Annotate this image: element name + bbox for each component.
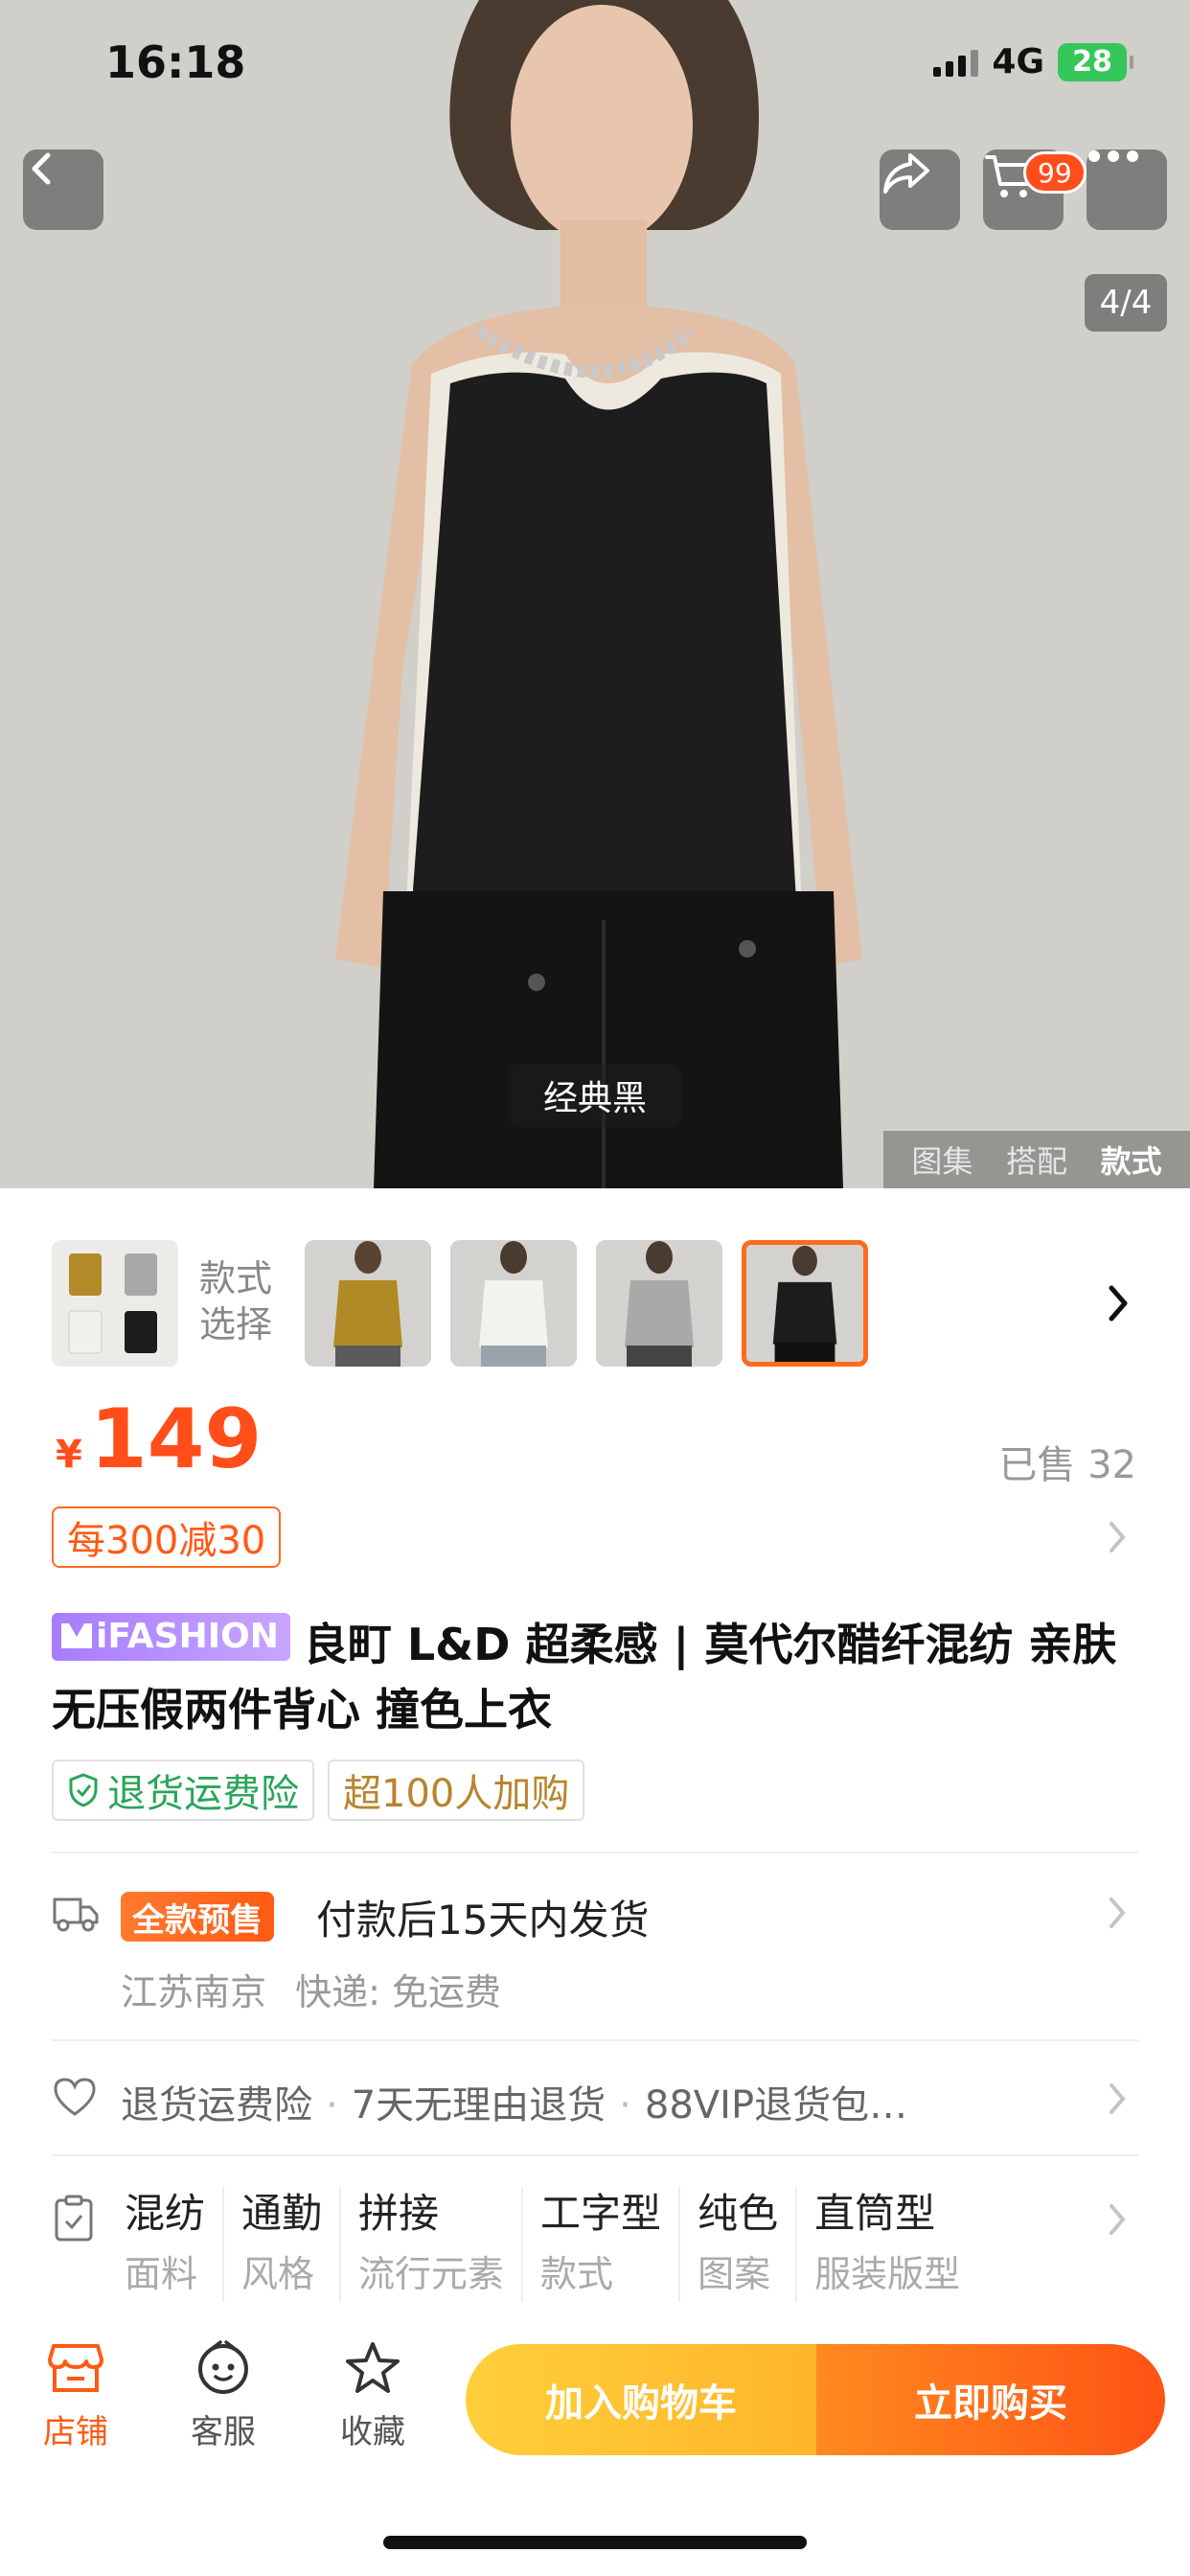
chevron-right-icon — [1110, 2204, 1126, 2235]
style-overview-thumbnail[interactable] — [52, 1240, 178, 1367]
favorite-button[interactable]: 收藏 — [320, 2340, 425, 2452]
popularity-tag: 超100人加购 — [328, 1760, 585, 1821]
gray-top-image — [596, 1240, 722, 1367]
mustard-top-image — [305, 1240, 431, 1367]
product-tags: 退货运费险 超100人加购 — [52, 1760, 585, 1821]
product-main-image[interactable]: 16:18 4G 28 99 4/4 经典黑 图集 搭配 款式 — [0, 0, 1190, 1188]
store-button[interactable]: 店铺 — [23, 2340, 128, 2452]
share-button[interactable] — [880, 150, 960, 230]
attribute-item: 通勤 风格 — [224, 2187, 342, 2302]
status-bar: 16:18 4G 28 — [0, 0, 1190, 134]
price: ¥ 149 — [56, 1392, 262, 1487]
chevron-right-icon — [1110, 1898, 1126, 1928]
services-arrow[interactable] — [1106, 2082, 1129, 2120]
divider — [52, 2039, 1138, 2041]
chevron-right-icon — [1110, 1522, 1126, 1552]
ifashion-badge: iFASHION — [52, 1613, 290, 1661]
status-time: 16:18 — [105, 36, 246, 88]
style-thumb-mustard[interactable] — [305, 1240, 431, 1367]
more-icon — [1088, 150, 1138, 162]
variant-label: 经典黑 — [508, 1064, 682, 1127]
shipping-arrow[interactable] — [1106, 1896, 1129, 1934]
attribute-item: 直筒型 服装版型 — [814, 2190, 961, 2295]
style-thumb-gray[interactable] — [596, 1240, 722, 1367]
product-title: iFASHION 良町 L&D 超柔感 | 莫代尔醋纤混纺 亲肤无压假两件背心 … — [52, 1612, 1144, 1742]
shipping-details: 江苏南京 快递: 免运费 — [121, 1963, 501, 2015]
chevron-right-icon — [1109, 1285, 1128, 1322]
battery-icon: 28 — [1058, 42, 1133, 81]
home-indicator — [383, 2536, 807, 2549]
cart-count-badge: 99 — [1023, 151, 1087, 194]
attribute-item: 混纺 面料 — [107, 2187, 225, 2302]
image-counter: 4/4 — [1085, 274, 1167, 332]
gallery-tabs: 图集 搭配 款式 — [883, 1131, 1190, 1188]
divider — [52, 1852, 1138, 1853]
tab-style[interactable]: 款式 — [1101, 1138, 1162, 1182]
back-button[interactable] — [23, 150, 103, 230]
return-insurance-tag: 退货运费险 — [52, 1760, 314, 1821]
status-indicators: 4G 28 — [933, 42, 1133, 81]
more-button[interactable] — [1087, 150, 1167, 230]
tab-gallery[interactable]: 图集 — [911, 1138, 973, 1182]
tab-outfit[interactable]: 搭配 — [1006, 1138, 1067, 1182]
shipping-time: 付款后15天内发货 — [316, 1897, 650, 1944]
buy-now-button[interactable]: 立即购买 — [816, 2344, 1165, 2455]
store-icon — [48, 2344, 103, 2392]
shipping-method: 快递: 免运费 — [295, 1971, 501, 2013]
thumbs-more-button[interactable] — [1104, 1282, 1133, 1328]
service-list[interactable]: 退货运费险 · 7天无理由退货 · 88VIP退货包… — [121, 2074, 907, 2129]
add-to-cart-button[interactable]: 加入购物车 — [466, 2344, 816, 2455]
delivery-truck-icon — [52, 1892, 100, 1938]
black-top-image — [746, 1245, 863, 1362]
sold-count: 已售 32 — [998, 1443, 1136, 1487]
customer-service-icon — [198, 2340, 248, 2394]
white-top-image — [450, 1240, 577, 1367]
clipboard-icon — [54, 2195, 94, 2246]
style-select-label: 款式 选择 — [199, 1257, 273, 1346]
back-arrow-icon — [32, 152, 51, 185]
style-thumbnails: 款式 选择 — [0, 1236, 1190, 1370]
attribute-item: 拼接 流行元素 — [341, 2187, 524, 2302]
coupon-badge[interactable]: 每300减30 — [52, 1506, 282, 1568]
network-type: 4G — [992, 42, 1044, 81]
attribute-item: 工字型 款式 — [523, 2187, 681, 2302]
customer-service-button[interactable]: 客服 — [171, 2340, 276, 2452]
battery-level: 28 — [1072, 45, 1112, 79]
style-thumb-black-selected[interactable] — [742, 1240, 868, 1367]
signal-icon — [933, 48, 979, 77]
price-value: 149 — [89, 1392, 263, 1487]
attribute-item: 纯色 图案 — [680, 2187, 798, 2302]
product-attributes[interactable]: 混纺 面料 通勤 风格 拼接 流行元素 工字型 款式 纯色 图案 直筒型 服装版… — [107, 2187, 977, 2302]
product-page: 16:18 4G 28 99 4/4 经典黑 图集 搭配 款式 款式 选择 ¥ … — [0, 0, 1190, 2576]
bottom-action-bar: 店铺 客服 收藏 加入购物车 立即购买 — [0, 2319, 1190, 2576]
price-currency: ¥ — [56, 1433, 82, 1477]
style-collage-image — [52, 1240, 178, 1367]
ifashion-logo-icon — [61, 1623, 92, 1648]
heart-icon — [52, 2076, 98, 2122]
presale-badge: 全款预售 — [121, 1892, 274, 1942]
style-thumb-white[interactable] — [450, 1240, 577, 1367]
shipping-origin: 江苏南京 — [121, 1971, 267, 2013]
star-icon — [346, 2342, 400, 2393]
shield-check-icon — [69, 1773, 98, 1807]
attributes-arrow[interactable] — [1106, 2202, 1129, 2241]
coupon-arrow[interactable] — [1106, 1520, 1129, 1558]
divider — [52, 2154, 1138, 2156]
share-icon — [883, 153, 929, 194]
chevron-right-icon — [1110, 2083, 1126, 2114]
